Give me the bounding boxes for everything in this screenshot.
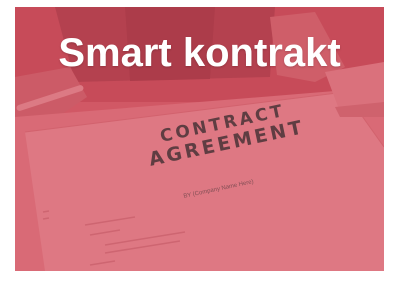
hero-photo: CONTRACT AGREEMENT BY (Company Name Here… (15, 7, 384, 271)
headline: Smart kontrakt (58, 31, 341, 75)
